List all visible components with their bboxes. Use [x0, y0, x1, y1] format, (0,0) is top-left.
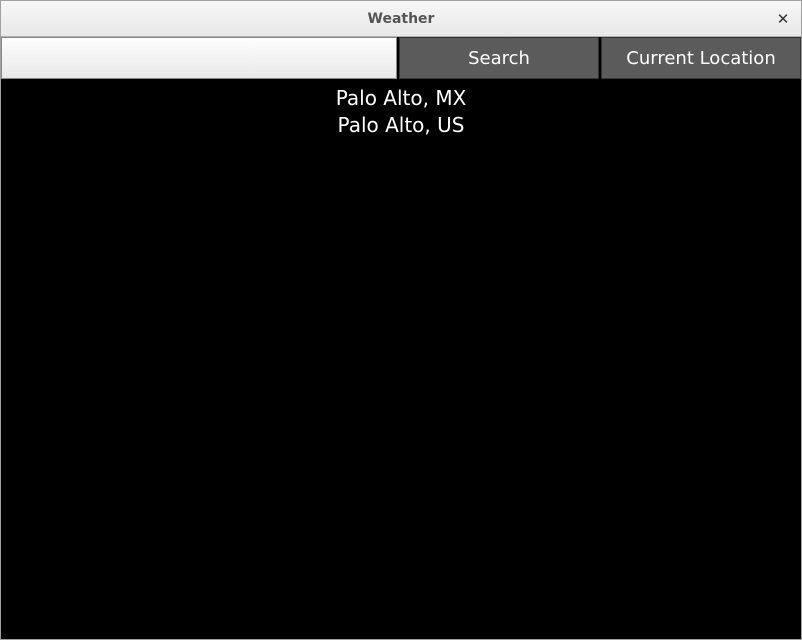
content-area: Palo Alto, MX Palo Alto, US: [1, 79, 801, 639]
results-list: Palo Alto, MX Palo Alto, US: [1, 85, 801, 139]
close-button[interactable]: ✕: [773, 9, 793, 29]
search-input[interactable]: [1, 37, 397, 79]
window-title: Weather: [368, 11, 435, 27]
close-icon: ✕: [777, 10, 790, 28]
window-frame: Weather ✕ Search Current Location Palo A…: [0, 0, 802, 640]
result-item[interactable]: Palo Alto, MX: [1, 85, 801, 112]
toolbar: Search Current Location: [1, 37, 801, 79]
search-button[interactable]: Search: [399, 37, 599, 79]
current-location-button[interactable]: Current Location: [601, 37, 801, 79]
result-item[interactable]: Palo Alto, US: [1, 112, 801, 139]
titlebar: Weather ✕: [1, 1, 801, 37]
